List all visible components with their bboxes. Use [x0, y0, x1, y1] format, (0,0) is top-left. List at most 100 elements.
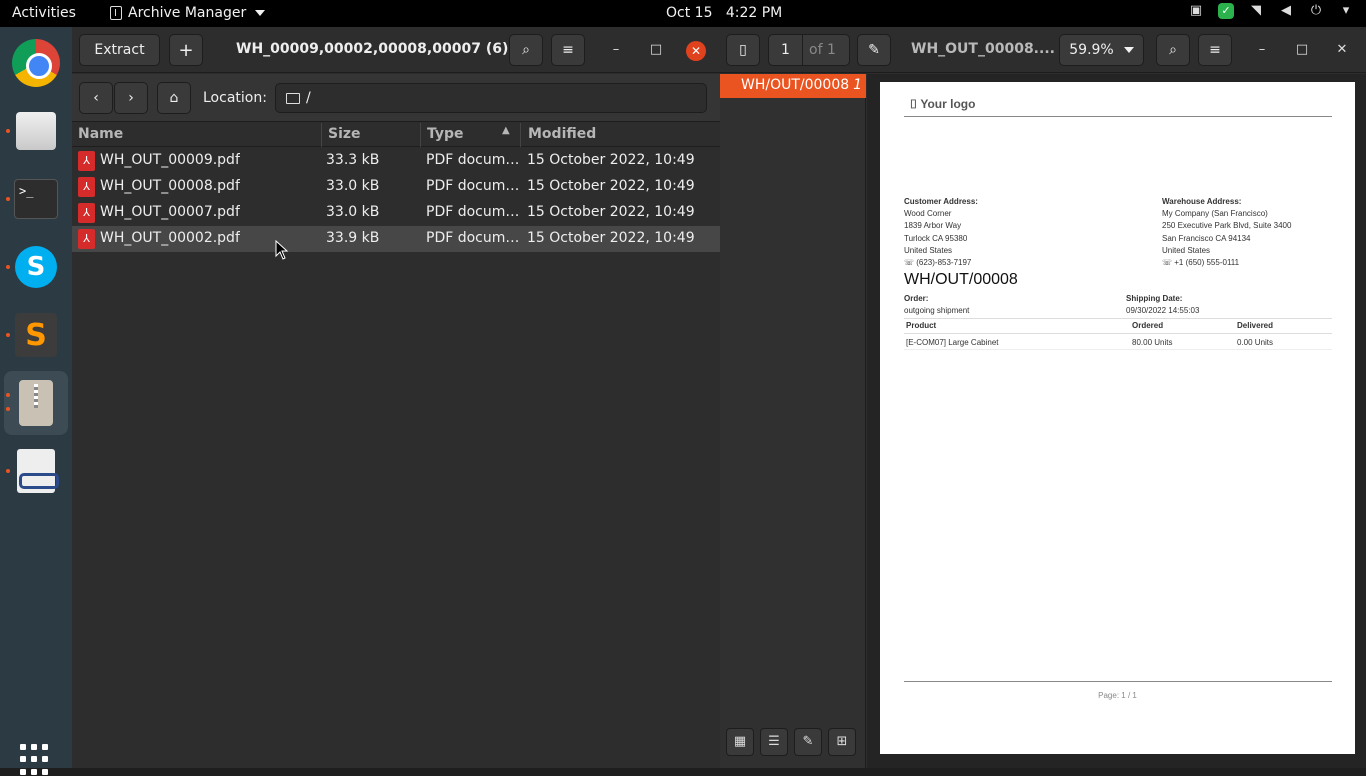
file-name: WH_OUT_00009.pdf	[100, 152, 240, 168]
terminal-icon: >_	[14, 179, 58, 219]
location-bar: ‹ › ⌂ Location: /	[72, 74, 720, 122]
camera-icon[interactable]: ▣	[1188, 3, 1204, 19]
column-headers: Name Size Type ▲ Modified	[72, 123, 720, 147]
header-rule	[904, 116, 1332, 117]
annotate-button[interactable]: ✎	[857, 34, 891, 66]
location-field[interactable]: /	[275, 83, 707, 113]
annotations-icon[interactable]: ✎	[794, 728, 822, 756]
dock-sublime[interactable]: S	[4, 303, 68, 367]
pdf-file-icon: ⅄	[78, 203, 95, 223]
file-type: PDF docum…	[426, 204, 520, 220]
file-row[interactable]: ⅄ WH_OUT_00008.pdf 33.0 kB PDF docum… 15…	[72, 174, 720, 200]
mouse-pointer-icon	[275, 240, 289, 260]
bookmarks-icon[interactable]: ⊞	[828, 728, 856, 756]
file-size: 33.0 kB	[326, 204, 380, 220]
search-icon: ⌕	[522, 42, 530, 58]
pdf-file-icon: ⅄	[78, 229, 95, 249]
file-size: 33.0 kB	[326, 178, 380, 194]
table-header-product: Product	[906, 321, 937, 330]
table-cell-ordered: 80.00 Units	[1132, 338, 1173, 347]
outline-icon[interactable]: ☰	[760, 728, 788, 756]
close-button[interactable]: ✕	[686, 41, 706, 61]
sidebar-tools: ▦ ☰ ✎ ⊞	[726, 728, 856, 756]
dock-skype[interactable]: S	[4, 235, 68, 299]
address-line: San Francisco CA 94134	[1162, 233, 1251, 243]
column-modified[interactable]: Modified	[528, 126, 596, 142]
volume-icon[interactable]: ◀	[1278, 3, 1294, 19]
back-button[interactable]: ‹	[79, 82, 113, 114]
order-value: outgoing shipment	[904, 306, 970, 316]
column-type[interactable]: Type	[427, 126, 464, 142]
shield-check-icon[interactable]: ✓	[1218, 3, 1234, 19]
thumbnails-icon[interactable]: ▦	[726, 728, 754, 756]
column-name[interactable]: Name	[78, 126, 123, 142]
dock-document-viewer[interactable]	[4, 439, 68, 503]
phone-number: +1 (650) 555-0111	[1174, 258, 1240, 268]
document-viewer-window: ▯ 1 of 1 ✎ WH_OUT_00008.... 59.9% ⌕ ≡ – …	[720, 27, 1366, 768]
pdf-file-icon: ⅄	[78, 151, 95, 171]
hamburger-icon: ≡	[562, 42, 574, 58]
chevron-down-icon	[255, 10, 266, 16]
file-modified: 15 October 2022, 10:49	[527, 152, 695, 168]
outline-sidebar: WH/OUT/00008 1 ▦ ☰ ✎ ⊞	[720, 74, 866, 768]
sidebar-icon: ▯	[739, 42, 747, 58]
clock[interactable]: Oct 15 4:22 PM	[666, 5, 782, 21]
shipping-info: Shipping Date: 09/30/2022 14:55:03	[1126, 293, 1199, 317]
file-type: PDF docum…	[426, 230, 520, 246]
file-type: PDF docum…	[426, 178, 520, 194]
location-label: Location:	[203, 90, 267, 106]
file-name: WH_OUT_00007.pdf	[100, 204, 240, 220]
archive-icon	[19, 380, 53, 426]
dock-files[interactable]	[4, 99, 68, 163]
file-row[interactable]: ⅄ WH_OUT_00007.pdf 33.0 kB PDF docum… 15…	[72, 200, 720, 226]
column-size[interactable]: Size	[328, 126, 361, 142]
activities-button[interactable]: Activities	[12, 5, 76, 21]
file-row[interactable]: ⅄ WH_OUT_00009.pdf 33.3 kB PDF docum… 15…	[72, 148, 720, 174]
file-name: WH_OUT_00002.pdf	[100, 230, 240, 246]
zoom-selector[interactable]: 59.9%	[1059, 34, 1144, 66]
search-button[interactable]: ⌕	[509, 34, 543, 66]
clock-date: Oct 15	[666, 5, 713, 21]
table-bottom-rule	[904, 349, 1332, 350]
dock-archive-manager[interactable]	[4, 371, 68, 435]
document-viewer-icon	[17, 449, 59, 493]
minimize-button[interactable]: –	[606, 41, 626, 61]
minimize-button[interactable]: –	[1252, 41, 1272, 61]
document-logo: ⌷ Your logo	[910, 97, 976, 111]
app-menu[interactable]: Archive Manager	[110, 5, 266, 21]
dock-chrome[interactable]	[4, 31, 68, 95]
address-line: Turlock CA 95380	[904, 233, 968, 243]
extract-button[interactable]: Extract	[79, 34, 160, 66]
document-page: ⌷ Your logo Customer Address: Wood Corne…	[880, 82, 1355, 754]
maximize-button[interactable]: □	[1292, 41, 1312, 61]
address-line: 1839 Arbor Way	[904, 221, 962, 231]
document-area[interactable]: ⌷ Your logo Customer Address: Wood Corne…	[867, 74, 1366, 768]
document-reference: WH/OUT/00008	[904, 271, 1018, 288]
menu-button[interactable]: ≡	[1198, 34, 1232, 66]
skype-icon: S	[15, 246, 57, 288]
sidebar-toggle-button[interactable]: ▯	[726, 34, 760, 66]
address-line: United States	[904, 245, 953, 255]
dock-terminal[interactable]: >_	[4, 167, 68, 231]
wifi-icon[interactable]: ◥	[1248, 3, 1264, 19]
file-row-selected[interactable]: ⅄ WH_OUT_00002.pdf 33.9 kB PDF docum… 15…	[72, 226, 720, 252]
close-button[interactable]: ✕	[1332, 41, 1352, 61]
power-icon[interactable]: ⏻	[1308, 3, 1324, 19]
page-selector[interactable]: 1 of 1	[768, 34, 850, 66]
page-number-input[interactable]: 1	[769, 35, 803, 65]
search-button[interactable]: ⌕	[1156, 34, 1190, 66]
outline-item[interactable]: WH/OUT/00008 1	[720, 74, 866, 98]
show-apps-grid-icon[interactable]	[20, 744, 52, 776]
chevron-down-icon[interactable]: ▾	[1338, 3, 1354, 19]
running-indicator	[6, 265, 10, 269]
home-button[interactable]: ⌂	[157, 82, 191, 114]
menu-button[interactable]: ≡	[551, 34, 585, 66]
file-modified: 15 October 2022, 10:49	[527, 178, 695, 194]
add-files-button[interactable]: +	[169, 34, 203, 66]
shipping-label: Shipping Date:	[1126, 294, 1183, 303]
forward-button[interactable]: ›	[114, 82, 148, 114]
table-cell-product: [E-COM07] Large Cabinet	[906, 338, 999, 347]
chevron-down-icon	[1123, 47, 1134, 53]
maximize-button[interactable]: □	[646, 41, 666, 61]
system-tray[interactable]: ▣ ✓ ◥ ◀ ⏻ ▾	[1188, 3, 1354, 19]
